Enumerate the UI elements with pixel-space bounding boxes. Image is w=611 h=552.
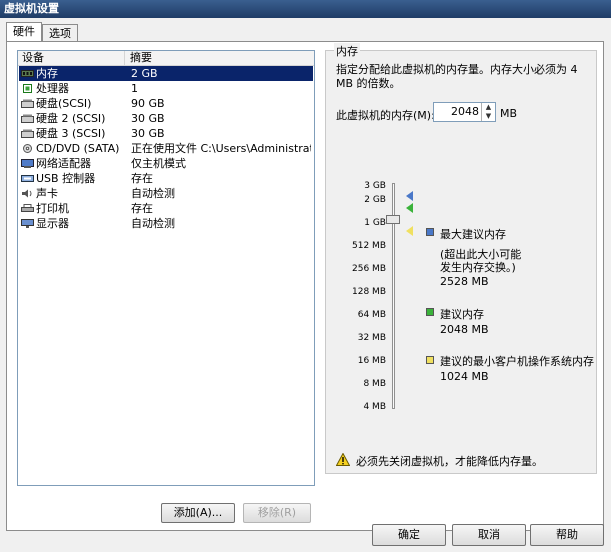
tick-label: 128 MB xyxy=(352,287,386,297)
display-icon xyxy=(21,219,34,228)
device-summary: 存在 xyxy=(131,172,153,185)
summary-column-header[interactable]: 摘要 xyxy=(130,51,152,65)
hardware-tab-panel: 设备 摘要 内存 2 GB 处理器 1 硬盘(SCSI) 90 GB 硬盘 2 … xyxy=(6,41,604,531)
cd-dvd-icon xyxy=(23,144,32,153)
memory-group-title: 内存 xyxy=(334,43,360,59)
tab-hardware[interactable]: 硬件 xyxy=(6,22,42,41)
cancel-button[interactable]: 取消 xyxy=(452,524,526,546)
tick-label: 256 MB xyxy=(352,264,386,274)
device-row-usb-controller[interactable]: USB 控制器 存在 xyxy=(19,171,313,186)
device-summary: 仅主机模式 xyxy=(131,157,186,170)
harddisk-icon xyxy=(21,99,34,108)
memory-size-spinbox[interactable]: 2048 ▲ ▼ xyxy=(433,102,496,122)
max-recommended-value: 2528 MB xyxy=(440,275,489,288)
device-name: 处理器 xyxy=(36,82,69,95)
processor-icon xyxy=(23,84,32,93)
device-row-processor[interactable]: 处理器 1 xyxy=(19,81,313,96)
memory-slider-thumb[interactable] xyxy=(386,215,400,224)
device-summary: 30 GB xyxy=(131,112,165,125)
tab-options[interactable]: 选项 xyxy=(42,24,78,41)
device-summary: 2 GB xyxy=(131,67,158,80)
sound-card-icon xyxy=(22,189,32,198)
network-adapter-icon xyxy=(21,159,34,168)
memory-group: 内存 指定分配给此虚拟机的内存量。内存大小必须为 4 MB 的倍数。 此虚拟机的… xyxy=(325,43,597,474)
memory-scale: 3 GB 2 GB 1 GB 512 MB 256 MB 128 MB 64 M… xyxy=(336,181,386,481)
harddisk-icon xyxy=(21,114,34,123)
device-row-harddisk-1[interactable]: 硬盘(SCSI) 90 GB xyxy=(19,96,313,111)
device-name: 声卡 xyxy=(36,187,58,200)
tick-label: 4 MB xyxy=(363,402,386,412)
recommended-marker-icon xyxy=(406,203,413,213)
device-name: USB 控制器 xyxy=(36,172,96,185)
max-recommended-color-icon xyxy=(426,228,434,236)
memory-unit: MB xyxy=(500,107,518,120)
memory-size-value[interactable]: 2048 xyxy=(451,105,479,118)
remove-device-button[interactable]: 移除(R) xyxy=(243,503,311,523)
device-name: 网络适配器 xyxy=(36,157,91,170)
tick-label: 1 GB xyxy=(364,218,386,228)
device-row-harddisk-3[interactable]: 硬盘 3 (SCSI) 30 GB xyxy=(19,126,313,141)
device-row-sound-card[interactable]: 声卡 自动检测 xyxy=(19,186,313,201)
printer-icon xyxy=(21,204,34,212)
device-summary: 30 GB xyxy=(131,127,165,140)
device-name: CD/DVD (SATA) xyxy=(36,142,120,155)
device-row-cd-dvd[interactable]: CD/DVD (SATA) 正在使用文件 C:\Users\Administra… xyxy=(19,141,313,156)
ok-button[interactable]: 确定 xyxy=(372,524,446,546)
tick-label: 32 MB xyxy=(357,333,386,343)
device-name: 硬盘 3 (SCSI) xyxy=(36,127,106,140)
recommended-color-icon xyxy=(426,308,434,316)
device-row-harddisk-2[interactable]: 硬盘 2 (SCSI) 30 GB xyxy=(19,111,313,126)
spin-up-icon[interactable]: ▲ xyxy=(482,103,495,112)
tick-label: 8 MB xyxy=(363,379,386,389)
help-button[interactable]: 帮助 xyxy=(530,524,604,546)
device-row-display[interactable]: 显示器 自动检测 xyxy=(19,216,313,231)
device-summary: 正在使用文件 C:\Users\Administrato... xyxy=(131,142,311,155)
device-column-header[interactable]: 设备 xyxy=(22,51,44,65)
device-row-network-adapter[interactable]: 网络适配器 仅主机模式 xyxy=(19,156,313,171)
device-name: 硬盘(SCSI) xyxy=(36,97,92,110)
min-guest-title: 建议的最小客户机操作系统内存 xyxy=(440,355,594,368)
min-guest-value: 1024 MB xyxy=(440,370,489,383)
device-name: 打印机 xyxy=(36,202,69,215)
tick-label: 64 MB xyxy=(357,310,386,320)
warning-icon xyxy=(336,453,350,466)
device-row-printer[interactable]: 打印机 存在 xyxy=(19,201,313,216)
device-summary: 90 GB xyxy=(131,97,165,110)
max-recommended-marker-icon xyxy=(406,191,413,201)
recommended-value: 2048 MB xyxy=(440,323,489,336)
warning-text: 必须先关闭虚拟机，才能降低内存量。 xyxy=(356,455,543,468)
max-recommended-note-2: 发生内存交换。) xyxy=(440,261,516,274)
device-summary: 存在 xyxy=(131,202,153,215)
max-recommended-title: 最大建议内存 xyxy=(440,228,506,241)
min-guest-marker-icon xyxy=(406,226,413,236)
memory-description: 指定分配给此虚拟机的内存量。内存大小必须为 4 MB 的倍数。 xyxy=(336,63,578,90)
device-name: 内存 xyxy=(36,67,58,80)
window-title: 虚拟机设置 xyxy=(0,0,611,18)
memory-icon xyxy=(21,70,34,77)
device-name: 硬盘 2 (SCSI) xyxy=(36,112,106,125)
device-summary: 自动检测 xyxy=(131,187,175,200)
add-device-button[interactable]: 添加(A)... xyxy=(161,503,235,523)
tick-label: 3 GB xyxy=(364,181,386,191)
device-list-header: 设备 摘要 xyxy=(18,51,314,66)
device-name: 显示器 xyxy=(36,217,69,230)
device-list[interactable]: 设备 摘要 内存 2 GB 处理器 1 硬盘(SCSI) 90 GB 硬盘 2 … xyxy=(17,50,315,486)
spin-down-icon[interactable]: ▼ xyxy=(482,112,495,121)
recommended-title: 建议内存 xyxy=(440,308,484,321)
tick-label: 16 MB xyxy=(357,356,386,366)
memory-size-label: 此虚拟机的内存(M): xyxy=(336,109,435,122)
device-summary: 1 xyxy=(131,82,138,95)
harddisk-icon xyxy=(21,129,34,138)
tick-label: 512 MB xyxy=(352,241,386,251)
spin-arrows[interactable]: ▲ ▼ xyxy=(481,103,495,121)
device-row-memory[interactable]: 内存 2 GB xyxy=(19,66,313,81)
min-guest-color-icon xyxy=(426,356,434,364)
tick-label: 2 GB xyxy=(364,195,386,205)
usb-icon xyxy=(21,175,34,182)
device-summary: 自动检测 xyxy=(131,217,175,230)
dialog-body: 硬件 选项 设备 摘要 内存 2 GB 处理器 1 硬盘(SCSI) 90 GB… xyxy=(0,18,611,552)
